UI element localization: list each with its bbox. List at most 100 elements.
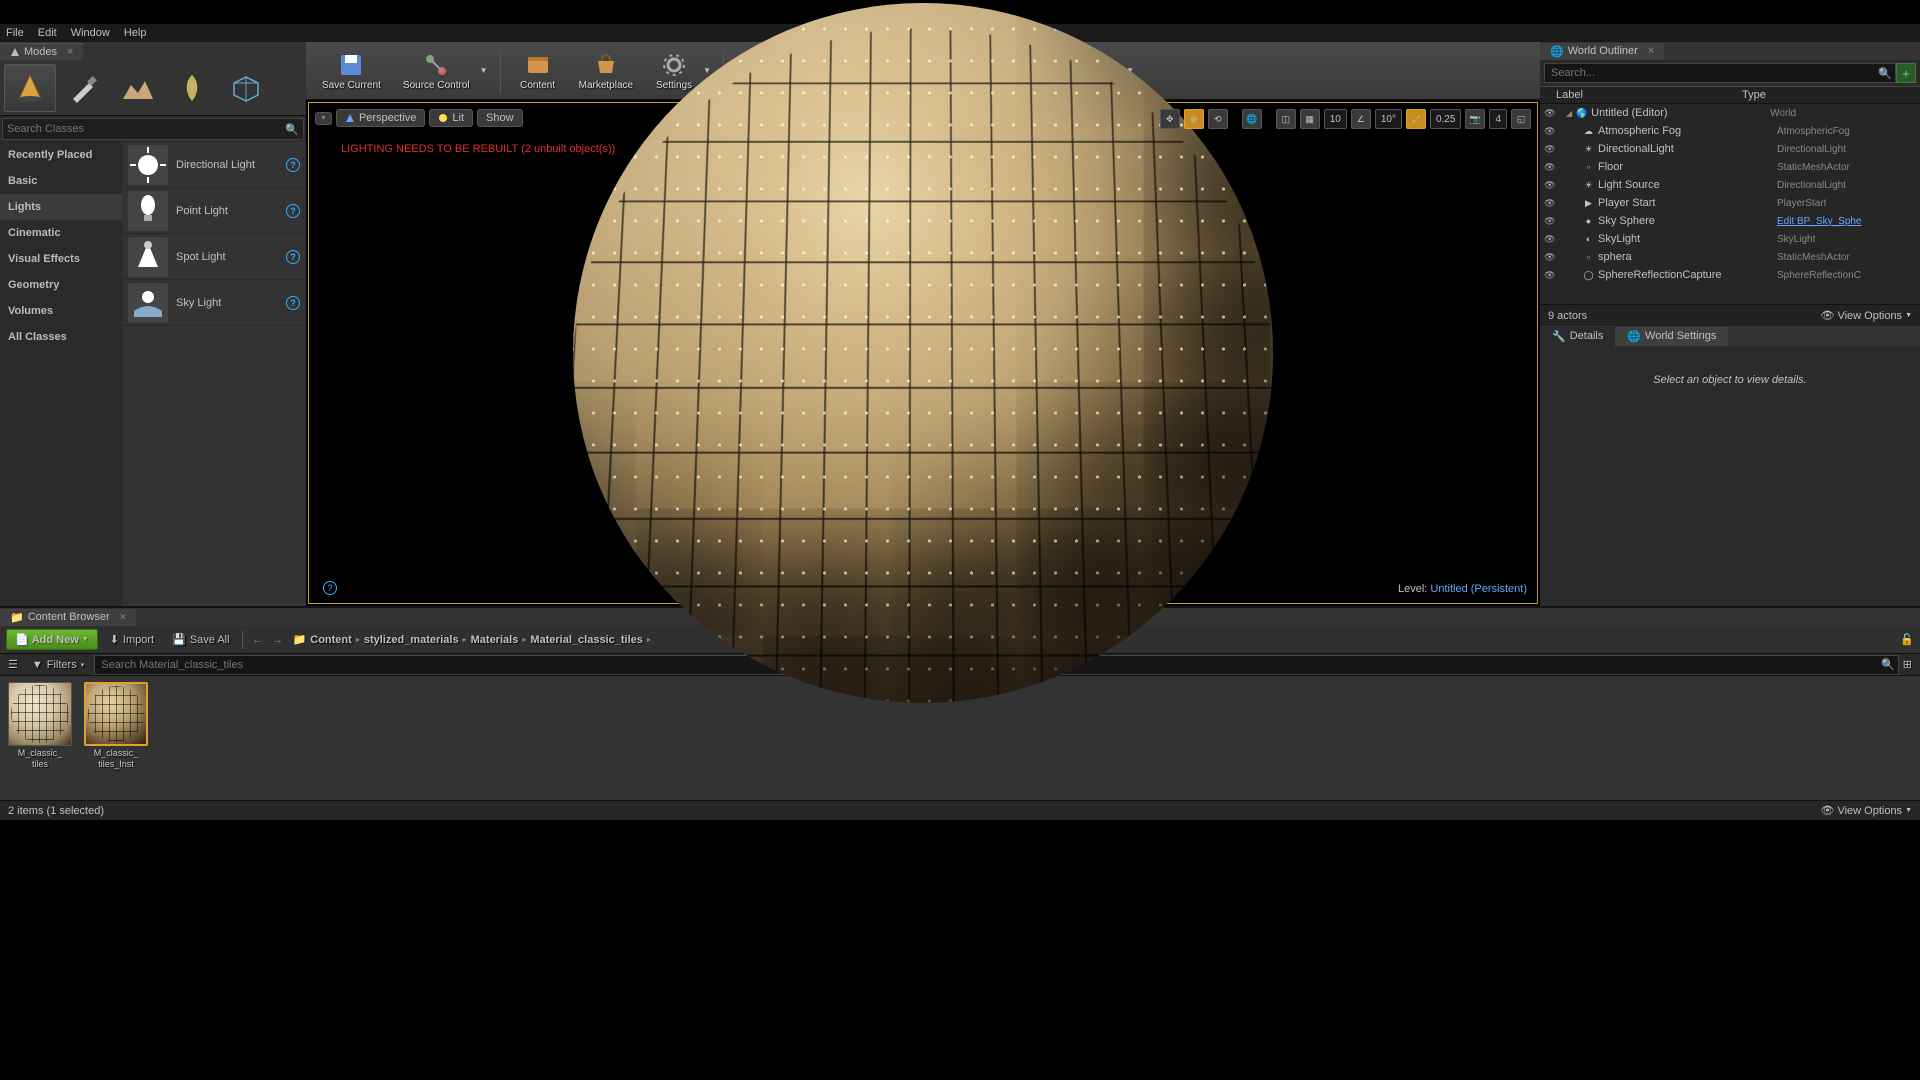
visibility-icon[interactable]: 👁 (1544, 198, 1556, 209)
lock-icon[interactable]: 🔓 (1900, 633, 1914, 646)
actor-type[interactable]: Edit BP_Sky_Sphe (1777, 216, 1862, 227)
content-view-options[interactable]: 👁View Options▼ (1820, 804, 1912, 817)
transform-rotate[interactable]: ⟲ (1208, 109, 1228, 129)
scale-snap[interactable]: ⤢ (1406, 109, 1426, 129)
outliner-header[interactable]: Label Type (1540, 86, 1920, 104)
crumb-materials[interactable]: Materials (471, 634, 519, 646)
grid-snap[interactable]: ▦ (1300, 109, 1320, 129)
category-recently-placed[interactable]: Recently Placed (0, 142, 122, 168)
light-item-sky-light[interactable]: Sky Light? (122, 280, 306, 326)
close-icon[interactable]: × (1648, 45, 1654, 57)
modes-tab[interactable]: Modes × (0, 43, 83, 60)
visibility-icon[interactable]: 👁 (1544, 144, 1556, 155)
nav-forward[interactable]: → (269, 631, 287, 649)
mode-foliage[interactable] (166, 64, 218, 112)
category-cinematic[interactable]: Cinematic (0, 220, 122, 246)
visibility-icon[interactable]: 👁 (1544, 270, 1556, 281)
mode-paint[interactable] (58, 64, 110, 112)
angle-snap[interactable]: ∠ (1351, 109, 1371, 129)
details-tab[interactable]: 🔧Details (1540, 327, 1615, 346)
outliner-row[interactable]: 👁☁Atmospheric FogAtmosphericFog (1540, 122, 1920, 140)
mode-landscape[interactable] (112, 64, 164, 112)
light-item-directional-light[interactable]: Directional Light? (122, 142, 306, 188)
outliner-row[interactable]: 👁▫spheraStaticMeshActor (1540, 248, 1920, 266)
close-icon[interactable]: × (67, 46, 73, 58)
content-browser-tab[interactable]: 📁 Content Browser × (0, 609, 136, 626)
crumb-content[interactable]: Content (310, 634, 352, 646)
coord-space[interactable]: 🌐 (1242, 109, 1262, 129)
menu-file[interactable]: File (6, 27, 24, 39)
viewport-maximize[interactable]: ◱ (1511, 109, 1531, 129)
visibility-icon[interactable]: 👁 (1544, 180, 1556, 191)
visibility-icon[interactable]: 👁 (1544, 162, 1556, 173)
light-item-point-light[interactable]: Point Light? (122, 188, 306, 234)
surface-snap[interactable]: ◫ (1276, 109, 1296, 129)
angle-size[interactable]: 10° (1375, 109, 1402, 129)
toolbar-marketplace[interactable]: Marketplace (571, 45, 641, 97)
category-basic[interactable]: Basic (0, 168, 122, 194)
sources-toggle[interactable]: ☰ (4, 658, 22, 671)
help-icon[interactable]: ? (286, 250, 300, 264)
outliner-view-options[interactable]: 👁View Options▼ (1820, 309, 1912, 322)
col-label[interactable]: Label (1546, 89, 1742, 101)
level-name[interactable]: Untitled (Persistent) (1430, 583, 1527, 595)
save-all-button[interactable]: 💾Save All (166, 630, 235, 649)
mode-geometry[interactable] (220, 64, 272, 112)
world-settings-tab[interactable]: 🌐World Settings (1615, 327, 1728, 346)
category-visual-effects[interactable]: Visual Effects (0, 246, 122, 272)
mode-place[interactable] (4, 64, 56, 112)
category-lights[interactable]: Lights (0, 194, 122, 220)
camera-speed[interactable]: 4 (1489, 109, 1507, 129)
modes-search-input[interactable] (7, 123, 285, 135)
outliner-add-button[interactable]: + (1896, 63, 1916, 83)
visibility-icon[interactable]: 👁 (1544, 234, 1556, 245)
outliner-row[interactable]: 👁☀Light SourceDirectionalLight (1540, 176, 1920, 194)
modes-search[interactable]: 🔍 (2, 118, 304, 140)
outliner-row[interactable]: 👁◢🌎Untitled (Editor)World (1540, 104, 1920, 122)
toolbar-dropdown[interactable]: ▼ (478, 45, 490, 97)
add-new-button[interactable]: 📄 Add New ▼ (6, 629, 98, 650)
help-icon[interactable]: ? (286, 158, 300, 172)
menu-edit[interactable]: Edit (38, 27, 57, 39)
scale-size[interactable]: 0.25 (1430, 109, 1461, 129)
transform-select[interactable]: ✥ (1160, 109, 1180, 129)
outliner-row[interactable]: 👁▫FloorStaticMeshActor (1540, 158, 1920, 176)
content-options[interactable]: ⊞ (1899, 658, 1916, 671)
category-volumes[interactable]: Volumes (0, 298, 122, 324)
toolbar-save-current[interactable]: Save Current (314, 45, 389, 97)
menu-window[interactable]: Window (71, 27, 110, 39)
asset-item[interactable]: M_classic_tiles (6, 682, 74, 770)
visibility-icon[interactable]: 👁 (1544, 126, 1556, 137)
asset-item[interactable]: M_classic_tiles_Inst (82, 682, 150, 770)
outliner-row[interactable]: 👁◐SkyLightSkyLight (1540, 230, 1920, 248)
outliner-row[interactable]: 👁●Sky SphereEdit BP_Sky_Sphe (1540, 212, 1920, 230)
category-all-classes[interactable]: All Classes (0, 324, 122, 350)
close-icon[interactable]: × (120, 611, 126, 623)
viewport-show[interactable]: Show (477, 109, 523, 127)
outliner-row[interactable]: 👁◯SphereReflectionCaptureSphereReflectio… (1540, 266, 1920, 284)
outliner-row[interactable]: 👁☀DirectionalLightDirectionalLight (1540, 140, 1920, 158)
nav-back[interactable]: ← (249, 631, 267, 649)
help-icon[interactable]: ? (286, 204, 300, 218)
help-icon[interactable]: ? (323, 581, 337, 595)
crumb-material_classic_tiles[interactable]: Material_classic_tiles (530, 634, 643, 646)
viewport-lit[interactable]: Lit (429, 109, 473, 127)
visibility-icon[interactable]: 👁 (1544, 108, 1556, 119)
outliner-row[interactable]: 👁▶Player StartPlayerStart (1540, 194, 1920, 212)
import-button[interactable]: ⬇Import (104, 630, 160, 649)
transform-translate[interactable]: ⊕ (1184, 109, 1204, 129)
col-type[interactable]: Type (1742, 89, 1914, 101)
menu-help[interactable]: Help (124, 27, 147, 39)
outliner-tab[interactable]: 🌐 World Outliner × (1540, 43, 1664, 60)
visibility-icon[interactable]: 👁 (1544, 252, 1556, 263)
toolbar-source-control[interactable]: Source Control (395, 45, 478, 97)
visibility-icon[interactable]: 👁 (1544, 216, 1556, 227)
toolbar-content[interactable]: Content (511, 45, 565, 97)
filters-button[interactable]: ▼Filters▾ (26, 656, 90, 674)
viewport[interactable]: ▼ Perspective Lit Show LIGHTING NEEDS TO… (308, 102, 1538, 604)
crumb-stylized_materials[interactable]: stylized_materials (364, 634, 459, 646)
light-item-spot-light[interactable]: Spot Light? (122, 234, 306, 280)
grid-size[interactable]: 10 (1324, 109, 1347, 129)
help-icon[interactable]: ? (286, 296, 300, 310)
outliner-search[interactable] (1544, 63, 1896, 83)
